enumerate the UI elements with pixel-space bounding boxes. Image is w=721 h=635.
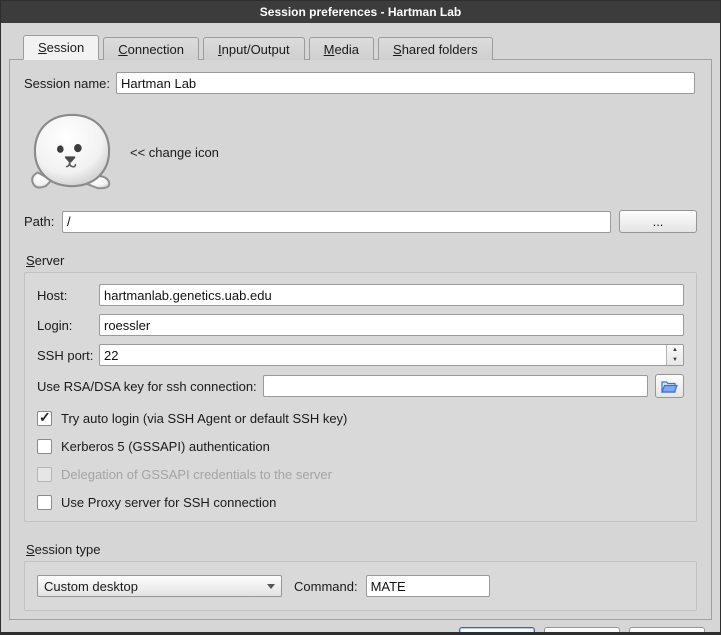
ssh-port-decrement-button[interactable]: ▼ [667,355,683,365]
session-type-groupbox: Custom desktop Command: [24,561,697,611]
session-type-dropdown[interactable]: Custom desktop [37,575,282,597]
session-name-input[interactable] [116,72,695,94]
cancel-button[interactable]: Cancel [544,627,620,635]
titlebar[interactable]: Session preferences - Hartman Lab [1,1,720,23]
open-folder-icon [661,379,678,394]
checkbox-proxy[interactable]: Use Proxy server for SSH connection [37,495,684,510]
tab-connection[interactable]: Connection [103,37,199,60]
defaults-button[interactable]: Defaults [629,627,705,635]
rsa-key-browse-button[interactable] [655,374,684,398]
tab-input-output[interactable]: Input/Output [203,37,305,60]
session-name-label: Session name: [24,76,116,91]
ssh-port-spinner: ▲ ▼ [99,344,684,366]
checkbox-kerberos[interactable]: Kerberos 5 (GSSAPI) authentication [37,439,684,454]
rsa-key-label: Use RSA/DSA key for ssh connection: [37,379,257,394]
path-browse-button[interactable]: ... [619,210,697,233]
session-preferences-dialog: Session preferences - Hartman Lab Sessio… [0,0,721,635]
server-groupbox: Host: Login: SSH port: ▲ ▼ [24,272,697,522]
command-input[interactable] [366,575,490,597]
chevron-down-icon [267,584,275,589]
seal-session-icon [28,112,116,192]
window-title: Session preferences - Hartman Lab [260,5,461,19]
tab-bar: Session Connection Input/Output Media Sh… [23,37,712,59]
path-label: Path: [24,214,62,229]
command-label: Command: [294,579,358,594]
server-group-label: Server [26,253,697,268]
dialog-footer: OK Cancel Defaults [1,620,720,635]
tab-session[interactable]: Session [23,35,99,60]
checkbox-box [37,467,52,482]
ok-button[interactable]: OK [459,627,535,635]
ssh-port-input[interactable] [100,345,666,365]
tab-shared-folders[interactable]: Shared folders [378,37,493,60]
checkbox-box [37,411,52,426]
rsa-key-input[interactable] [263,375,648,397]
path-input[interactable] [62,211,611,233]
dialog-content: Session Connection Input/Output Media Sh… [1,23,720,620]
host-input[interactable] [99,284,684,306]
login-label: Login: [37,318,99,333]
checkbox-box [37,439,52,454]
change-icon-link[interactable]: << change icon [130,145,219,160]
checkbox-gssapi-delegation: Delegation of GSSAPI credentials to the … [37,467,684,482]
login-input[interactable] [99,314,684,336]
ssh-port-label: SSH port: [37,348,99,363]
checkbox-auto-login[interactable]: Try auto login (via SSH Agent or default… [37,411,684,426]
session-tab-panel: Session name: [9,59,712,620]
host-label: Host: [37,288,99,303]
ssh-port-increment-button[interactable]: ▲ [667,345,683,355]
checkbox-box [37,495,52,510]
session-type-group-label: Session type [26,542,697,557]
tab-media[interactable]: Media [309,37,374,60]
